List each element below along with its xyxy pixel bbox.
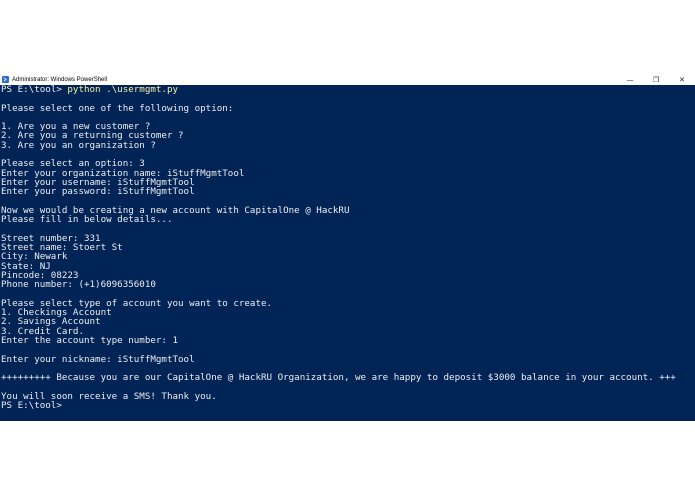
command-text: python .\usermgmt.py: [67, 85, 179, 95]
restore-button[interactable]: ❐: [643, 74, 669, 85]
console-line: Phone number: (+1)6096356010: [1, 279, 156, 291]
close-button[interactable]: ✕: [669, 74, 695, 85]
console-line: City: Newark: [1, 251, 68, 263]
console-line: 1. Checkings Account: [1, 307, 112, 319]
console-line: +++++++++ Because you are our CapitalOne…: [1, 372, 676, 384]
console-line: Please select one of the following optio…: [1, 102, 234, 114]
console-line: Enter your password: iStuffMgmtTool: [1, 186, 195, 198]
console-line: State: NJ: [1, 260, 51, 272]
console-line: Please fill in below details...: [1, 214, 173, 226]
console-line: PS E:\tool>: [1, 400, 62, 412]
console-output[interactable]: PS E:\tool> python .\usermgmt.py Please …: [0, 85, 695, 421]
console-line: Street name: Stoert St: [1, 242, 123, 254]
console-line: 2. Savings Account: [1, 316, 101, 328]
powershell-icon: [2, 76, 9, 83]
console-line: You will soon receive a SMS! Thank you.: [1, 390, 217, 402]
window-title: Administrator: Windows PowerShell: [12, 76, 108, 83]
powershell-window: Administrator: Windows PowerShell — ❐ ✕ …: [0, 74, 695, 421]
console-line: 3. Are you an organization ?: [1, 139, 156, 151]
minimize-button[interactable]: —: [617, 74, 643, 85]
prompt: PS E:\tool>: [1, 85, 68, 95]
console-line: Enter the account type number: 1: [1, 335, 179, 347]
console-lines: Please select one of the following optio…: [1, 94, 695, 410]
console-line: Enter your nickname: iStuffMgmtTool: [1, 353, 195, 365]
command-line: PS E:\tool> python .\usermgmt.py: [1, 85, 695, 94]
title-bar[interactable]: Administrator: Windows PowerShell — ❐ ✕: [0, 74, 695, 85]
window-controls: — ❐ ✕: [617, 74, 695, 85]
